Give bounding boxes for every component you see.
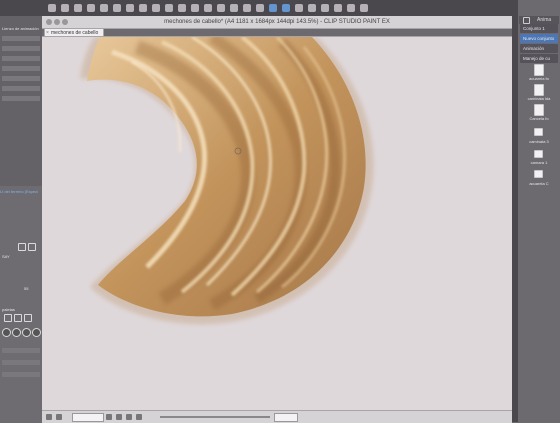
- rotate-right-icon[interactable]: [136, 414, 142, 420]
- eyedropper-icon[interactable]: [295, 4, 303, 12]
- material-item-label: Cancela fo: [529, 116, 549, 121]
- left-panel-value: 55: [24, 286, 29, 291]
- left-panel-row[interactable]: [2, 56, 40, 61]
- left-panel-top-text: Lienzo de animación: [2, 26, 39, 31]
- brush-icon[interactable]: [321, 4, 329, 12]
- material-item-icon[interactable]: [534, 128, 543, 136]
- left-panel-button[interactable]: [18, 243, 26, 251]
- main-toolbar: [0, 0, 560, 17]
- canvas-status-bar: [42, 410, 512, 423]
- angle-field[interactable]: [274, 413, 298, 422]
- select-icon[interactable]: [139, 4, 147, 12]
- open-file-icon[interactable]: [61, 4, 69, 12]
- left-panel-row[interactable]: [2, 86, 40, 91]
- zoom-icon[interactable]: [269, 4, 277, 12]
- actual-size-icon[interactable]: [116, 414, 122, 420]
- material-item-label: camara 1: [530, 160, 548, 165]
- material-item-label: caminata 3: [529, 139, 549, 144]
- window-title-bar: mechones de cabello* (A4 1181 x 1684px 1…: [42, 16, 512, 29]
- hand-icon[interactable]: [282, 4, 290, 12]
- material-item-icon[interactable]: [534, 84, 544, 96]
- ruler-icon[interactable]: [217, 4, 225, 12]
- drawing-canvas[interactable]: [42, 37, 512, 410]
- flip-icon[interactable]: [256, 4, 264, 12]
- left-panel-label-say: SAY: [2, 254, 10, 259]
- window-title: mechones de cabello* (A4 1181 x 1684px 1…: [164, 19, 390, 25]
- fit-icon[interactable]: [106, 414, 112, 420]
- material-item-label: caminata lda: [527, 96, 551, 101]
- fill-icon[interactable]: [191, 4, 199, 12]
- new-set-button[interactable]: Nuevo conjunto: [520, 34, 558, 43]
- left-panel-button[interactable]: [28, 243, 36, 251]
- undo-icon[interactable]: [87, 4, 95, 12]
- snap-icon[interactable]: [204, 4, 212, 12]
- zoom-out-icon[interactable]: [46, 414, 52, 420]
- brush-size-preset[interactable]: [22, 328, 31, 337]
- material-item-label: acuarela C: [529, 181, 549, 186]
- close-window-icon[interactable]: [46, 19, 52, 25]
- maximize-window-icon[interactable]: [62, 19, 68, 25]
- left-panel-row[interactable]: [2, 66, 40, 71]
- panel-header-label: Anima: [537, 17, 552, 23]
- handling-button[interactable]: Manejo de cu: [520, 54, 558, 63]
- hair-strand-artwork: [80, 37, 374, 325]
- deselect-icon[interactable]: [152, 4, 160, 12]
- left-panel-row[interactable]: [2, 360, 40, 365]
- new-file-icon[interactable]: [48, 4, 56, 12]
- transform-icon[interactable]: [126, 4, 134, 12]
- left-panel-row[interactable]: [2, 46, 40, 51]
- brush-size-preset[interactable]: [12, 328, 21, 337]
- minimize-window-icon[interactable]: [54, 19, 60, 25]
- left-panel-label-paletas: paletas: [2, 307, 15, 312]
- grid-icon[interactable]: [230, 4, 238, 12]
- selection-layer-icon[interactable]: [178, 4, 186, 12]
- left-panel-row[interactable]: [2, 372, 40, 377]
- animation-panel-header: Anima: [519, 16, 559, 24]
- brush-size-preset[interactable]: [32, 328, 41, 337]
- left-panel-button[interactable]: [14, 314, 22, 322]
- eraser-icon[interactable]: [334, 4, 342, 12]
- set-button[interactable]: Conjunto 1: [520, 24, 558, 33]
- material-item-icon[interactable]: [534, 104, 544, 116]
- rotate-left-icon[interactable]: [126, 414, 132, 420]
- save-icon[interactable]: [74, 4, 82, 12]
- left-panel-blue-text: Lt del terreno (Especi: [0, 189, 39, 194]
- clear-icon[interactable]: [113, 4, 121, 12]
- material-item-label: acuarela fo: [529, 76, 549, 81]
- invert-select-icon[interactable]: [165, 4, 173, 12]
- rotate-icon[interactable]: [243, 4, 251, 12]
- left-panel-row[interactable]: [2, 348, 40, 353]
- panel-menu-icon[interactable]: [523, 17, 530, 24]
- left-panel-row[interactable]: [2, 36, 40, 41]
- rotation-slider[interactable]: [160, 416, 270, 418]
- zoom-in-icon[interactable]: [56, 414, 62, 420]
- redo-icon[interactable]: [100, 4, 108, 12]
- color-icon[interactable]: [360, 4, 368, 12]
- animation-button[interactable]: Animación: [520, 44, 558, 53]
- zoom-field[interactable]: [72, 413, 104, 422]
- left-panel-row[interactable]: [2, 76, 40, 81]
- left-panel-upper: Lienzo de animación: [0, 16, 42, 186]
- left-panel-row[interactable]: [2, 96, 40, 101]
- material-item-icon[interactable]: [534, 64, 544, 76]
- material-item-icon[interactable]: [534, 150, 543, 158]
- pen-icon[interactable]: [308, 4, 316, 12]
- material-item-icon[interactable]: [534, 170, 543, 178]
- brush-size-preset[interactable]: [2, 328, 11, 337]
- left-panel-button[interactable]: [24, 314, 32, 322]
- left-panel-button[interactable]: [4, 314, 12, 322]
- right-panel: Anima Conjunto 1 Nuevo conjunto Animació…: [518, 0, 560, 422]
- blend-icon[interactable]: [347, 4, 355, 12]
